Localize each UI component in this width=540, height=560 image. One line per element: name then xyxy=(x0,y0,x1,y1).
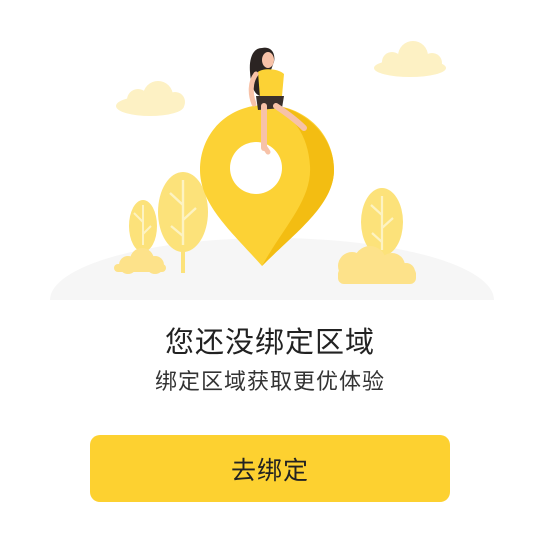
cloud-right-icon xyxy=(374,41,446,77)
empty-state-title: 您还没绑定区域 xyxy=(164,325,375,359)
cloud-left-icon xyxy=(116,81,185,116)
empty-state-page: 您还没绑定区域 绑定区域获取更优体验 去绑定 xyxy=(0,0,540,560)
empty-state-subtitle: 绑定区域获取更优体验 xyxy=(154,370,385,395)
go-bind-button-label: 去绑定 xyxy=(230,456,309,485)
go-bind-button[interactable]: 去绑定 xyxy=(90,435,450,502)
location-pin-illustration xyxy=(40,41,500,320)
